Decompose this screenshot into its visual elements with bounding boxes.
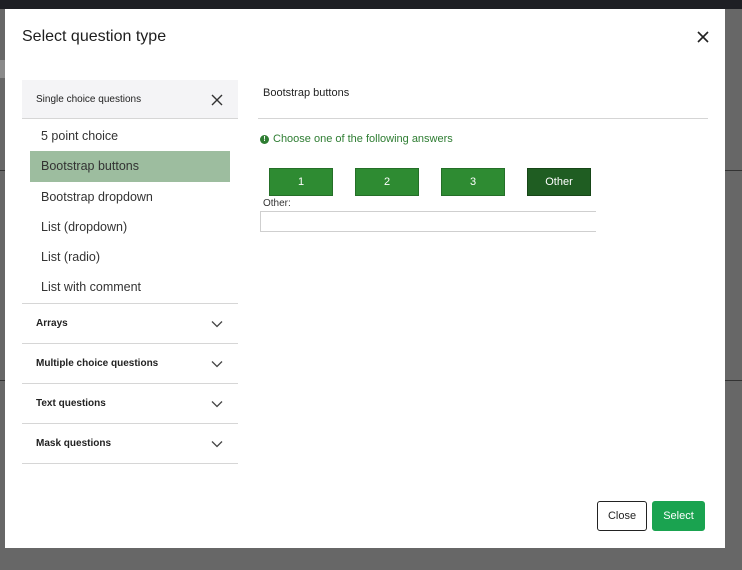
chevron-down-icon [210,437,224,451]
preview-divider [258,118,708,119]
question-type-item[interactable]: 5 point choice [22,121,238,151]
answer-button-1[interactable]: 1 [269,168,333,196]
group-text-questions[interactable]: Text questions [22,383,238,424]
hint-text: Choose one of the following answers [273,133,453,145]
info-icon: ! [260,134,269,144]
select-question-type-modal: Select question type Single choice quest… [5,9,725,548]
background-app-topbar [0,0,742,9]
group-multiple-choice-questions[interactable]: Multiple choice questions [22,343,238,384]
select-button[interactable]: Select [652,501,705,531]
collapse-close-icon[interactable] [210,93,224,107]
chevron-down-icon [210,317,224,331]
preview-title: Bootstrap buttons [263,87,350,99]
answer-button-3[interactable]: 3 [441,168,505,196]
modal-title: Select question type [22,28,167,45]
close-icon[interactable] [695,29,711,45]
question-type-item-selected[interactable]: Bootstrap buttons [30,151,230,182]
single-choice-items: 5 point choice Bootstrap buttons Bootstr… [22,119,238,304]
group-single-choice-questions[interactable]: Single choice questions [22,80,238,119]
question-type-item[interactable]: List (radio) [22,242,238,272]
other-text-input[interactable] [260,211,596,232]
group-label: Text questions [36,397,106,409]
group-arrays[interactable]: Arrays [22,303,238,344]
chevron-down-icon [210,357,224,371]
group-label: Mask questions [36,437,112,449]
answer-button-other[interactable]: Other [527,168,591,196]
question-type-item[interactable]: List (dropdown) [22,212,238,242]
answer-hint: ! Choose one of the following answers [260,133,453,145]
group-label: Single choice questions [36,93,142,105]
close-button[interactable]: Close [597,501,647,531]
question-type-item[interactable]: List with comment [22,272,238,302]
chevron-down-icon [210,397,224,411]
question-type-item[interactable]: Bootstrap dropdown [22,182,238,212]
group-label: Multiple choice questions [36,357,159,369]
group-mask-questions[interactable]: Mask questions [22,423,238,464]
question-type-sidebar: Single choice questions 5 point choice B… [22,80,238,464]
group-label: Arrays [36,317,68,329]
other-label: Other: [263,198,291,209]
answer-button-2[interactable]: 2 [355,168,419,196]
